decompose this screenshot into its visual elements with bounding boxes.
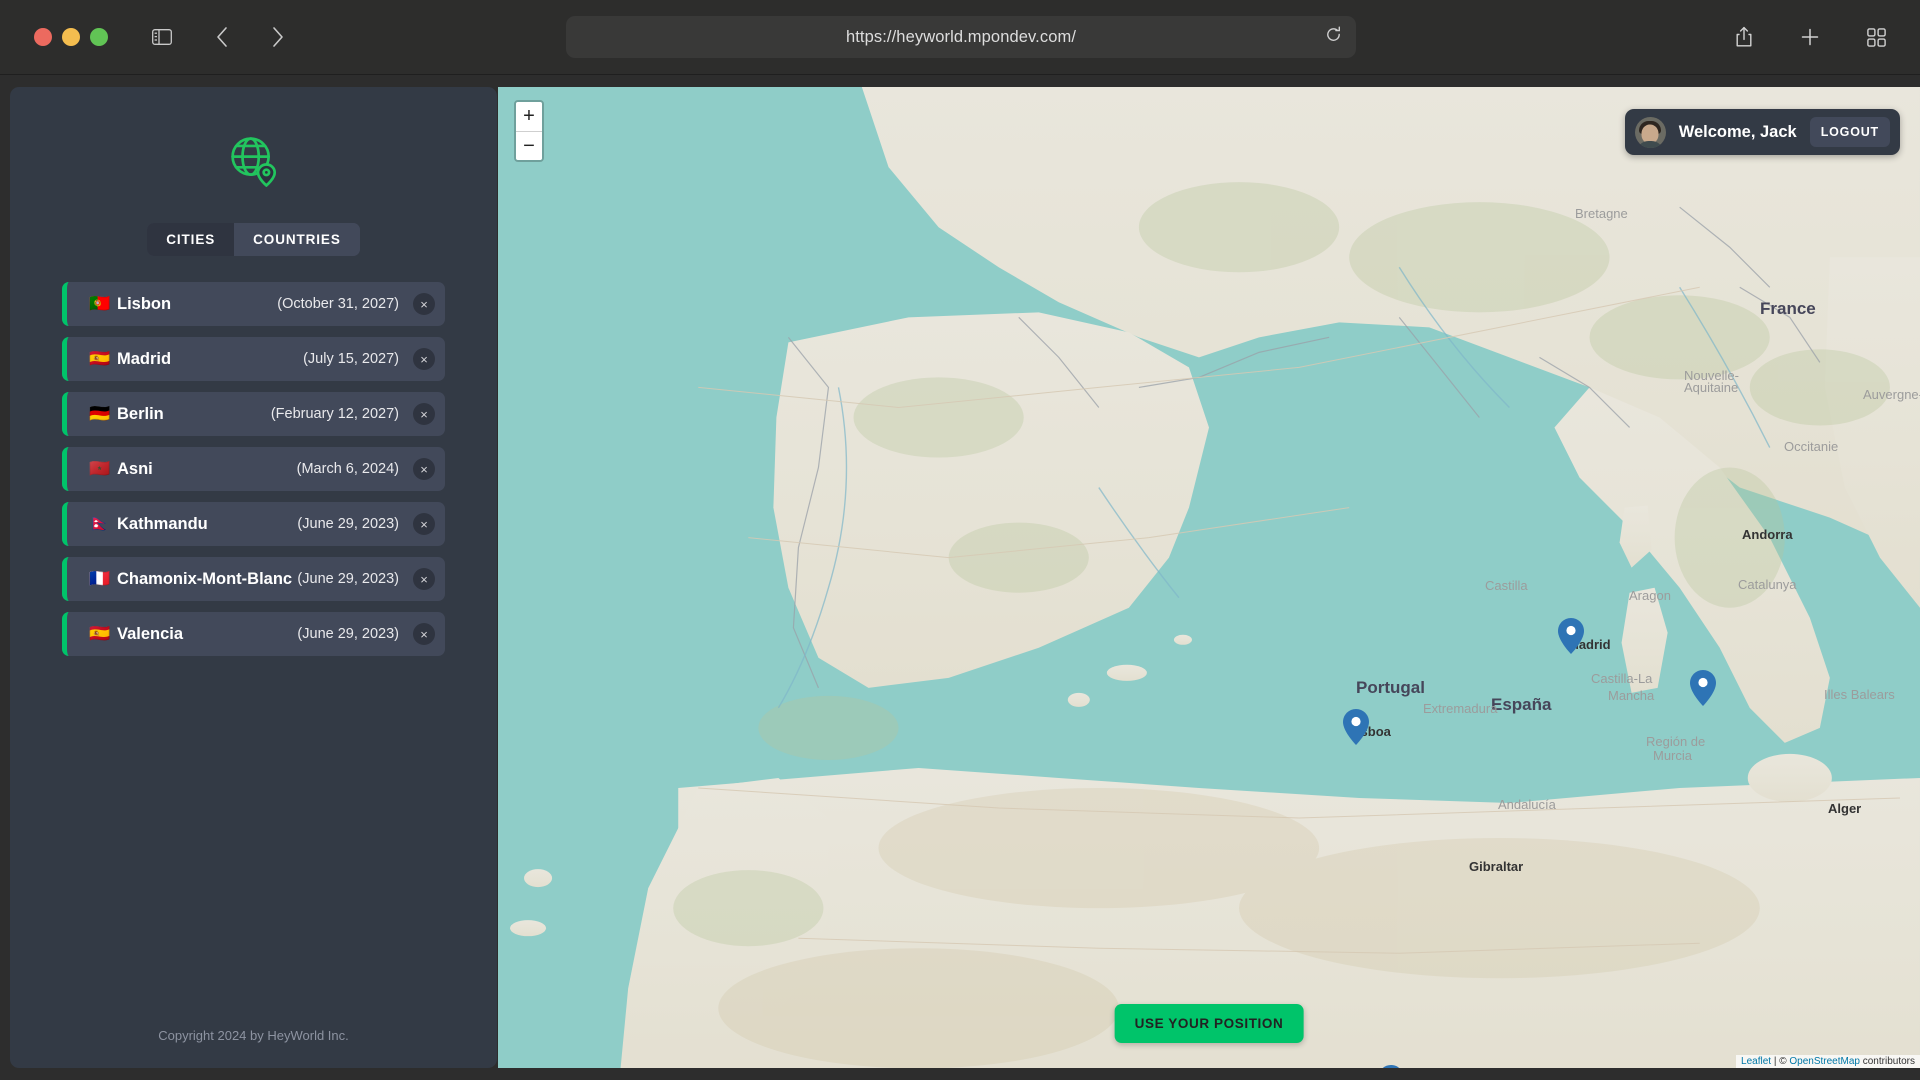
city-name: Asni — [117, 459, 153, 478]
footer-copyright: Copyright 2024 by HeyWorld Inc. — [158, 1028, 349, 1043]
tab-cities[interactable]: CITIES — [147, 223, 235, 256]
tab-countries[interactable]: COUNTRIES — [234, 223, 360, 256]
navigation-arrows — [202, 17, 298, 57]
map-attribution: Leaflet | © OpenStreetMap contributors — [1736, 1055, 1920, 1068]
delete-city-button[interactable]: × — [413, 293, 435, 315]
logout-button[interactable]: LOGOUT — [1809, 117, 1890, 147]
country-flag-icon: 🇵🇹 — [89, 294, 111, 313]
use-your-position-button[interactable]: USE YOUR POSITION — [1114, 1004, 1304, 1043]
maximize-window-button[interactable] — [90, 28, 108, 46]
back-arrow-icon[interactable] — [202, 17, 242, 57]
map-marker-madrid[interactable] — [1558, 618, 1584, 659]
visit-date: (June 29, 2023) — [297, 571, 399, 587]
reload-icon[interactable] — [1325, 26, 1342, 48]
window-traffic-lights — [34, 28, 108, 46]
user-session-widget: Welcome, Jack LOGOUT — [1624, 109, 1900, 155]
browser-chrome: https://heyworld.mpondev.com/ — [0, 0, 1920, 75]
plus-icon[interactable] — [1790, 17, 1830, 57]
delete-city-button[interactable]: × — [413, 568, 435, 590]
forward-arrow-icon[interactable] — [258, 17, 298, 57]
city-name: Madrid — [117, 349, 172, 368]
delete-city-button[interactable]: × — [413, 403, 435, 425]
share-icon[interactable] — [1724, 17, 1764, 57]
map-marker-asni[interactable] — [1378, 1065, 1404, 1068]
delete-city-button[interactable]: × — [413, 348, 435, 370]
app-logo[interactable] — [10, 133, 497, 187]
welcome-message: Welcome, Jack — [1678, 122, 1797, 141]
country-flag-icon: 🇲🇦 — [89, 459, 111, 478]
city-list-item[interactable]: 🇫🇷 Chamonix-Mont-Blanc (June 29, 2023) × — [62, 557, 445, 601]
visit-date: (March 6, 2024) — [296, 461, 399, 477]
city-name: Lisbon — [117, 294, 172, 313]
map-marker-valencia[interactable] — [1690, 670, 1716, 711]
attribution-separator: | © — [1771, 1056, 1790, 1067]
close-window-button[interactable] — [34, 28, 52, 46]
user-avatar — [1634, 116, 1666, 148]
visit-date: (October 31, 2027) — [277, 296, 399, 312]
delete-city-button[interactable]: × — [413, 513, 435, 535]
minimize-window-button[interactable] — [62, 28, 80, 46]
country-flag-icon: 🇳🇵 — [89, 514, 111, 533]
city-list-item[interactable]: 🇲🇦 Asni (March 6, 2024) × — [62, 447, 445, 491]
map-marker-lisbon[interactable] — [1343, 709, 1369, 750]
globe-pin-logo-icon — [230, 137, 276, 187]
city-name: Kathmandu — [117, 514, 208, 533]
country-flag-icon: 🇪🇸 — [89, 349, 111, 368]
map-tiles — [498, 87, 1920, 1068]
city-list-item[interactable]: 🇵🇹 Lisbon (October 31, 2027) × — [62, 282, 445, 326]
address-bar[interactable]: https://heyworld.mpondev.com/ — [566, 16, 1356, 58]
attribution-suffix: contributors — [1859, 1056, 1915, 1067]
country-flag-icon: 🇫🇷 — [89, 569, 111, 588]
city-list-item[interactable]: 🇳🇵 Kathmandu (June 29, 2023) × — [62, 502, 445, 546]
avatar-shoulders — [1636, 140, 1664, 148]
country-flag-icon: 🇪🇸 — [89, 624, 111, 643]
url-text: https://heyworld.mpondev.com/ — [845, 27, 1077, 46]
sidebar-toggle-icon[interactable] — [142, 17, 182, 57]
city-list: 🇵🇹 Lisbon (October 31, 2027) × 🇪🇸 Madrid… — [10, 282, 497, 656]
visit-date: (June 29, 2023) — [297, 626, 399, 642]
map-zoom-controls: + − — [514, 100, 544, 162]
city-name: Valencia — [117, 624, 184, 643]
country-flag-icon: 🇩🇪 — [89, 404, 111, 423]
zoom-out-button[interactable]: − — [516, 131, 542, 160]
view-tabs: CITIES COUNTRIES — [147, 223, 360, 256]
osm-link[interactable]: OpenStreetMap — [1789, 1056, 1860, 1067]
city-name: Berlin — [117, 404, 164, 423]
tab-grid-icon[interactable] — [1856, 17, 1896, 57]
delete-city-button[interactable]: × — [413, 458, 435, 480]
map-container[interactable]: France Portugal España Andorra Monaco It… — [498, 87, 1920, 1068]
delete-city-button[interactable]: × — [413, 623, 435, 645]
app-container: CITIES COUNTRIES 🇵🇹 Lisbon (October 31, … — [0, 75, 1920, 1080]
city-list-item[interactable]: 🇩🇪 Berlin (February 12, 2027) × — [62, 392, 445, 436]
visit-date: (February 12, 2027) — [270, 406, 399, 422]
sidebar: CITIES COUNTRIES 🇵🇹 Lisbon (October 31, … — [10, 87, 497, 1068]
visit-date: (June 29, 2023) — [297, 516, 399, 532]
leaflet-link[interactable]: Leaflet — [1741, 1056, 1771, 1067]
city-list-item[interactable]: 🇪🇸 Madrid (July 15, 2027) × — [62, 337, 445, 381]
zoom-in-button[interactable]: + — [516, 102, 542, 131]
city-name: Chamonix-Mont-Blanc — [117, 569, 293, 588]
city-list-item[interactable]: 🇪🇸 Valencia (June 29, 2023) × — [62, 612, 445, 656]
visit-date: (July 15, 2027) — [303, 351, 399, 367]
chrome-right-tools — [1724, 17, 1896, 57]
